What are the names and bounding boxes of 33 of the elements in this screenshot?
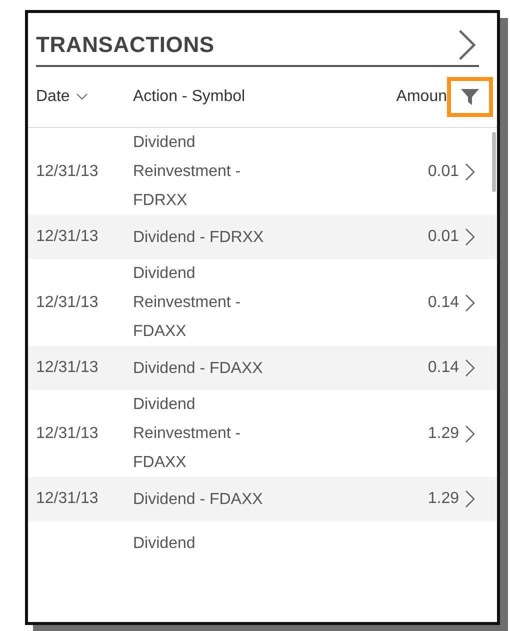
date-cell-text: 12/31/13 [36, 162, 100, 180]
row-chevron-icon[interactable] [465, 490, 475, 508]
date-cell-text: 12/31/13 [36, 228, 100, 246]
amount-cell-text: 1.29 [426, 490, 459, 508]
action-cell-text: Dividend [133, 534, 196, 554]
filter-icon [460, 87, 480, 107]
action-cell-text: Dividend Reinvestment - FDAXX [133, 264, 242, 342]
column-header[interactable]: Date [36, 88, 133, 106]
row-chevron-icon[interactable] [465, 359, 475, 377]
panel-title: TRANSACTIONS [36, 32, 214, 58]
action-cell-text: Dividend - FDAXX [133, 490, 264, 510]
amount-cell-text: 0.14 [426, 359, 459, 377]
filter-button[interactable] [447, 77, 493, 117]
amount-cell-text: 0.01 [426, 162, 459, 180]
action-cell-text: Dividend Reinvestment - FDRXX [133, 133, 242, 211]
date-cell-text: 12/31/13 [36, 424, 100, 442]
row-chevron-icon[interactable] [465, 228, 475, 246]
amount-cell-text: 1.29 [426, 424, 459, 442]
date-cell-text: 12/31/13 [36, 490, 100, 508]
sort-caret-icon [76, 93, 88, 101]
action-cell-text: Dividend Reinvestment - FDAXX [133, 395, 242, 473]
date-cell-text: 12/31/13 [36, 359, 100, 377]
row-chevron-icon[interactable] [465, 294, 475, 312]
row-chevron-icon[interactable] [465, 162, 475, 180]
column-header[interactable]: Amoun [396, 88, 447, 106]
amount-cell-text: 0.14 [426, 294, 459, 312]
action-cell-text: Dividend - FDRXX [133, 228, 265, 248]
amount-cell-text: 0.01 [426, 228, 459, 246]
row-chevron-icon[interactable] [465, 424, 475, 442]
action-cell-text: Dividend - FDAXX [133, 358, 264, 378]
scrollbar-thumb[interactable] [492, 132, 496, 192]
date-cell-text: 12/31/13 [36, 294, 100, 312]
column-header[interactable]: Action - Symbol [133, 88, 396, 106]
